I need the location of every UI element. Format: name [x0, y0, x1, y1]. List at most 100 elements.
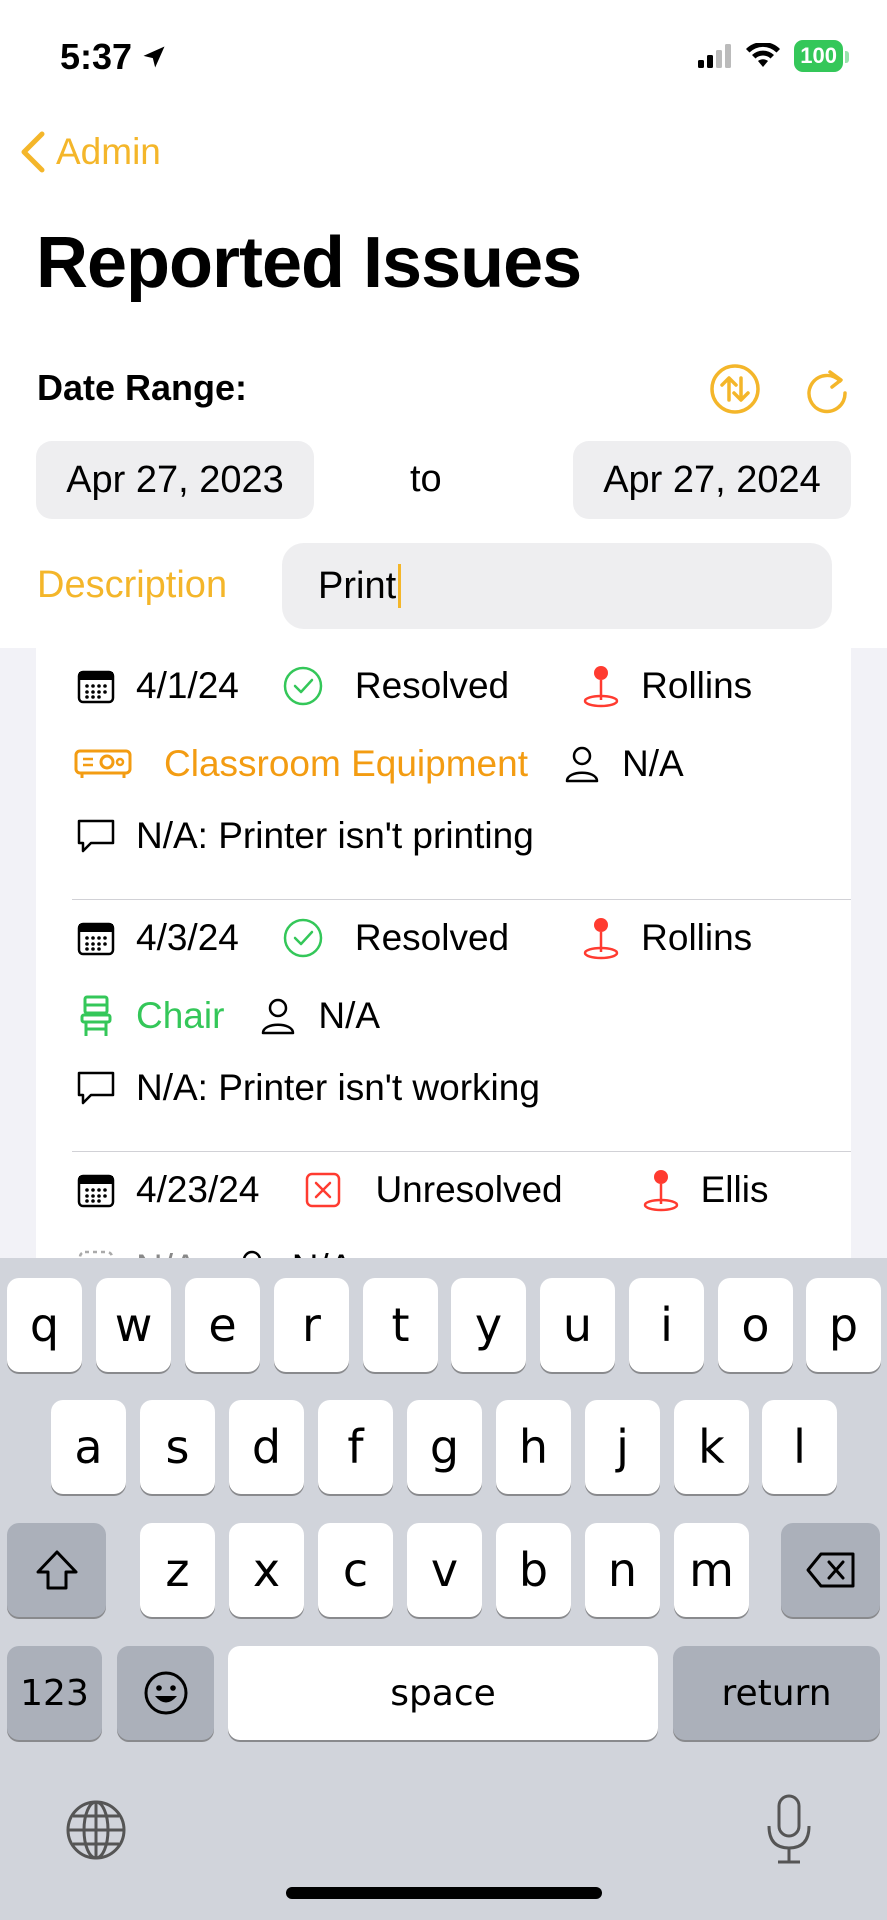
- date-range-label: Date Range:: [37, 367, 248, 408]
- issue-date: 4/1/24: [136, 665, 239, 706]
- status-indicators: 100: [698, 40, 849, 72]
- calendar-icon: [74, 916, 118, 960]
- issue-category: Classroom Equipment: [164, 743, 528, 784]
- issue-list[interactable]: 4/1/24 Resolved Rollins Classroom Equipm…: [36, 648, 851, 1260]
- wifi-icon: [746, 43, 781, 67]
- sort-button[interactable]: [708, 362, 762, 416]
- microphone-icon: [767, 1794, 811, 1864]
- checkmark-circle-icon: [281, 916, 325, 960]
- list-item[interactable]: 4/1/24 Resolved Rollins Classroom Equipm…: [36, 648, 851, 900]
- key-n[interactable]: n: [585, 1523, 660, 1617]
- issue-location: Rollins: [641, 665, 753, 706]
- issue-location: Ellis: [700, 1169, 769, 1210]
- backspace-icon: [806, 1552, 854, 1588]
- key-g[interactable]: g: [407, 1400, 482, 1494]
- xmark-square-icon: [301, 1168, 345, 1212]
- delete-key[interactable]: [781, 1523, 880, 1617]
- speech-bubble-icon: [74, 1066, 118, 1110]
- to-label: to: [410, 458, 442, 500]
- location-arrow-icon: [143, 46, 165, 68]
- key-x[interactable]: x: [229, 1523, 304, 1617]
- issue-category: Chair: [136, 995, 225, 1036]
- key-a[interactable]: a: [51, 1400, 126, 1494]
- back-button[interactable]: Admin: [18, 130, 161, 174]
- keyboard: q w e r t y u i o p a s d f g h j k l z …: [0, 1258, 887, 1920]
- projector-icon: [74, 742, 132, 786]
- speech-bubble-icon: [74, 814, 118, 858]
- issue-description: N/A: Printer isn't working: [136, 1067, 540, 1108]
- space-key[interactable]: space: [228, 1646, 658, 1740]
- key-s[interactable]: s: [140, 1400, 215, 1494]
- key-e[interactable]: e: [185, 1278, 260, 1372]
- key-w[interactable]: w: [96, 1278, 171, 1372]
- key-k[interactable]: k: [674, 1400, 749, 1494]
- key-f[interactable]: f: [318, 1400, 393, 1494]
- to-date-picker[interactable]: Apr 27, 2024: [573, 441, 851, 519]
- page-title: Reported Issues: [36, 223, 582, 303]
- dictation-button[interactable]: [764, 1792, 814, 1866]
- globe-icon: [66, 1800, 126, 1860]
- emoji-icon: [144, 1671, 187, 1715]
- status-bar: 5:37 100: [0, 0, 887, 110]
- key-q[interactable]: q: [7, 1278, 82, 1372]
- key-p[interactable]: p: [806, 1278, 881, 1372]
- description-value: Print: [318, 564, 397, 607]
- issue-assignee: N/A: [621, 743, 684, 784]
- key-t[interactable]: t: [363, 1278, 438, 1372]
- list-item[interactable]: 4/3/24 Resolved Rollins Chair N/A N/A: P…: [36, 900, 851, 1152]
- issue-date: 4/23/24: [136, 1169, 260, 1210]
- key-b[interactable]: b: [496, 1523, 571, 1617]
- issue-description: N/A: Printer isn't printing: [136, 815, 534, 856]
- key-c[interactable]: c: [318, 1523, 393, 1617]
- person-icon: [256, 994, 300, 1038]
- return-key[interactable]: return: [673, 1646, 880, 1740]
- key-j[interactable]: j: [585, 1400, 660, 1494]
- issue-status: Resolved: [354, 917, 510, 958]
- emoji-key[interactable]: [117, 1646, 214, 1740]
- key-y[interactable]: y: [451, 1278, 526, 1372]
- cellular-signal-icon: [698, 44, 732, 68]
- calendar-icon: [74, 664, 118, 708]
- key-v[interactable]: v: [407, 1523, 482, 1617]
- map-pin-icon: [579, 664, 623, 708]
- checkmark-circle-icon: [281, 664, 325, 708]
- status-time: 5:37: [60, 36, 168, 78]
- clock: 5:37: [60, 36, 133, 77]
- key-u[interactable]: u: [540, 1278, 615, 1372]
- numbers-key[interactable]: 123: [7, 1646, 102, 1740]
- key-h[interactable]: h: [496, 1400, 571, 1494]
- refresh-icon: [807, 370, 847, 414]
- issue-status: Resolved: [354, 665, 510, 706]
- description-label: Description: [37, 564, 228, 606]
- issue-list-background: 4/1/24 Resolved Rollins Classroom Equipm…: [0, 648, 887, 1260]
- from-date-picker[interactable]: Apr 27, 2023: [36, 441, 314, 519]
- issue-assignee: N/A: [318, 995, 381, 1036]
- map-pin-icon: [579, 916, 623, 960]
- key-i[interactable]: i: [629, 1278, 704, 1372]
- key-r[interactable]: r: [274, 1278, 349, 1372]
- calendar-icon: [74, 1168, 118, 1212]
- text-cursor: [398, 564, 402, 608]
- sort-arrows-icon: [710, 364, 760, 414]
- key-m[interactable]: m: [674, 1523, 749, 1617]
- shift-key[interactable]: [7, 1523, 106, 1617]
- shift-arrow-icon: [36, 1550, 77, 1590]
- key-d[interactable]: d: [229, 1400, 304, 1494]
- back-label: Admin: [56, 131, 161, 172]
- key-o[interactable]: o: [718, 1278, 793, 1372]
- issue-date: 4/3/24: [136, 917, 239, 958]
- description-input[interactable]: Print: [282, 543, 832, 629]
- map-pin-icon: [639, 1168, 683, 1212]
- battery-indicator: 100: [794, 40, 849, 72]
- person-icon: [560, 742, 604, 786]
- chair-icon: [74, 994, 118, 1038]
- issue-status: Unresolved: [375, 1169, 563, 1210]
- chevron-left-icon: [21, 131, 45, 173]
- refresh-button[interactable]: [800, 362, 854, 416]
- home-indicator: [286, 1887, 602, 1899]
- globe-button[interactable]: [64, 1798, 128, 1862]
- issue-location: Rollins: [641, 917, 753, 958]
- key-l[interactable]: l: [762, 1400, 837, 1494]
- key-z[interactable]: z: [140, 1523, 215, 1617]
- list-item[interactable]: 4/23/24 Unresolved Ellis N/A: [36, 1152, 851, 1260]
